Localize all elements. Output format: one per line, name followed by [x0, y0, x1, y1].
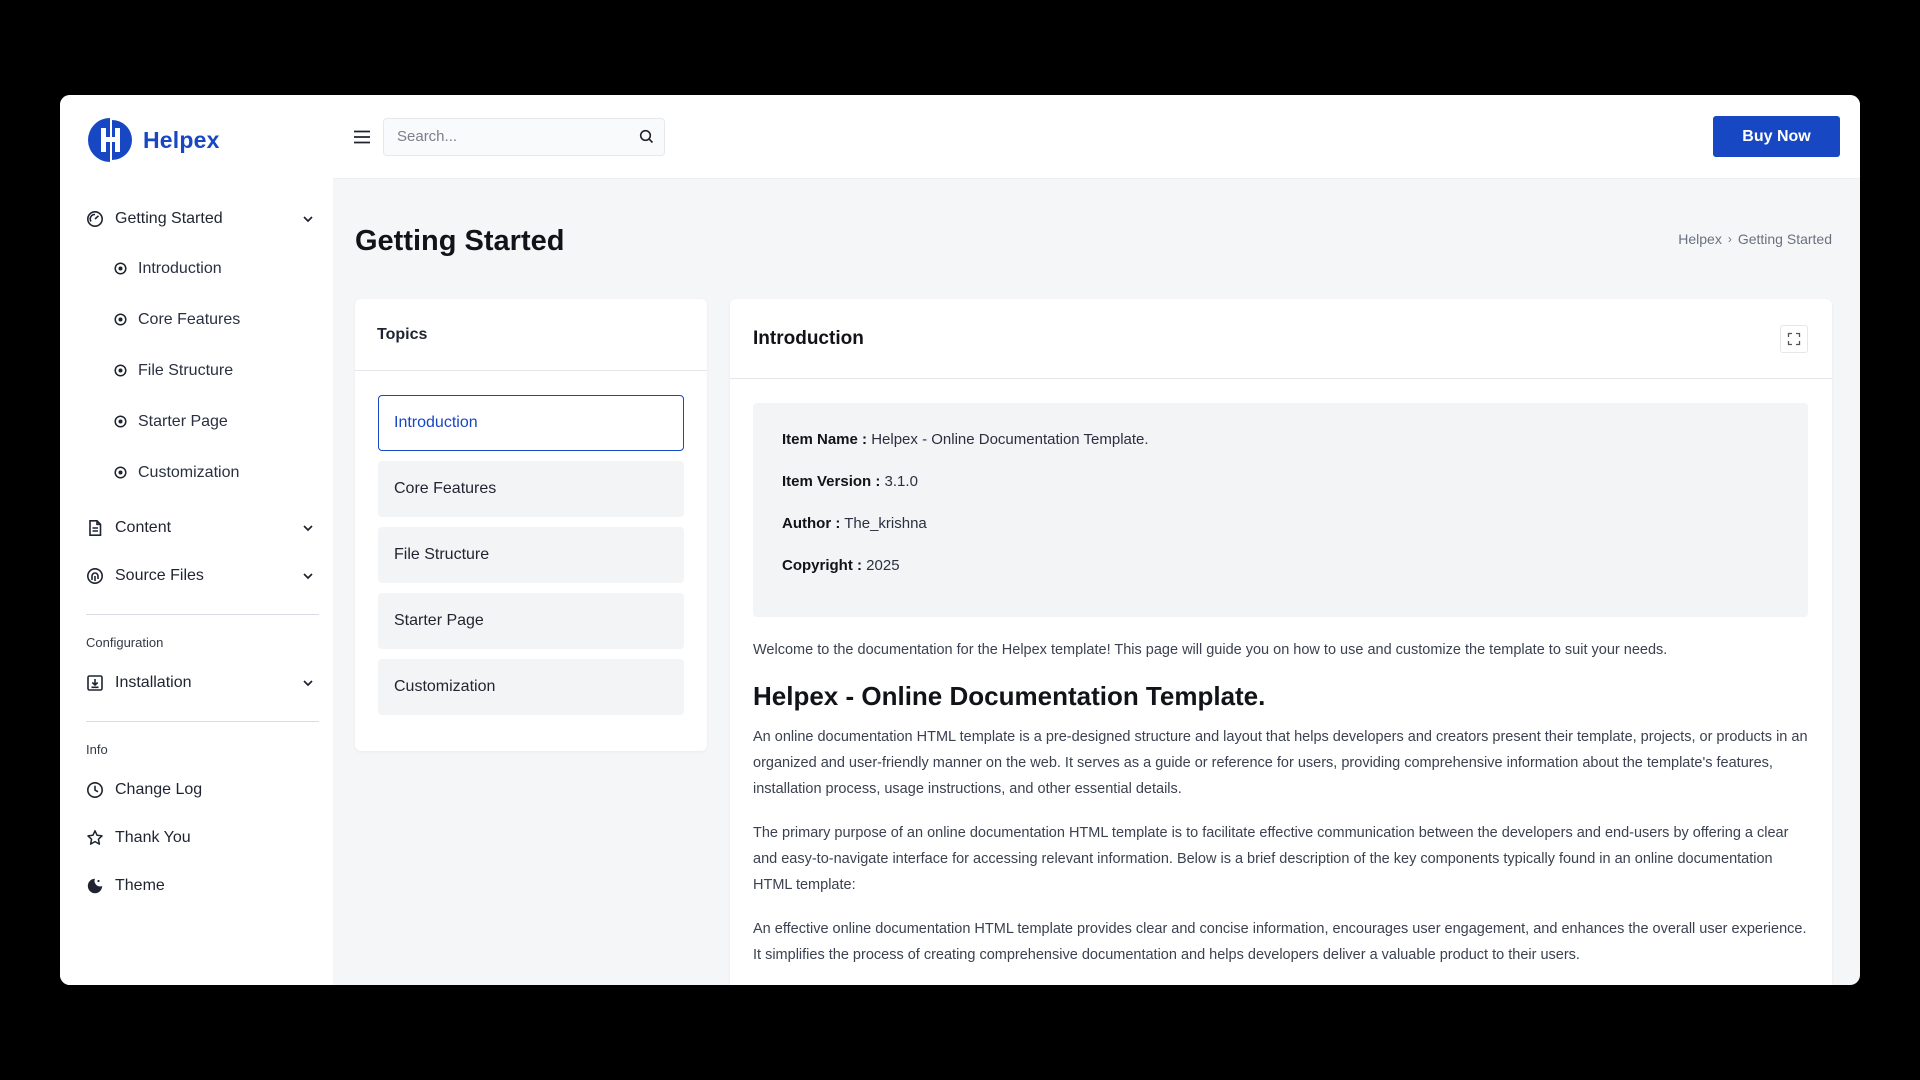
- main-area: Buy Now Getting Started Helpex › Getting…: [333, 95, 1860, 985]
- sidebar-item-thank-you[interactable]: Thank You: [86, 814, 319, 862]
- sidebar-subitem-label: Introduction: [138, 259, 222, 277]
- info-author: Author : The_krishna: [782, 515, 927, 532]
- buy-now-button[interactable]: Buy Now: [1713, 116, 1840, 157]
- chevron-down-icon[interactable]: [301, 569, 315, 583]
- welcome-paragraph: Welcome to the documentation for the Hel…: [753, 642, 1668, 658]
- circle-dot-icon: [114, 262, 127, 275]
- breadcrumb: Helpex › Getting Started: [1678, 231, 1832, 247]
- sidebar-item-label: Theme: [115, 877, 165, 894]
- sidebar-item-label: Installation: [115, 674, 192, 691]
- topic-file-structure[interactable]: File Structure: [378, 527, 684, 583]
- topic-introduction[interactable]: Introduction: [378, 395, 684, 451]
- chevron-down-icon[interactable]: [301, 676, 315, 690]
- sidebar-subitem-file-structure[interactable]: File Structure: [86, 345, 319, 396]
- circle-dot-icon: [114, 415, 127, 428]
- introduction-card: Introduction Item Name : Helpex - Online…: [730, 299, 1832, 985]
- app-window: Helpex Getting Started Introduction Core…: [60, 95, 1860, 985]
- topic-starter-page[interactable]: Starter Page: [378, 593, 684, 649]
- chevron-down-icon[interactable]: [301, 521, 315, 535]
- info-copyright: Copyright : 2025: [782, 557, 900, 574]
- sidebar: Helpex Getting Started Introduction Core…: [60, 95, 333, 985]
- sidebar-item-installation[interactable]: Installation: [86, 659, 319, 707]
- breadcrumb-current: Getting Started: [1737, 231, 1832, 247]
- topics-card: Topics Introduction Core Features File S…: [355, 299, 707, 751]
- topic-customization[interactable]: Customization: [378, 659, 684, 715]
- document-icon: [89, 520, 102, 536]
- sidebar-subitem-label: Core Features: [138, 310, 241, 328]
- section-label-info: Info: [86, 742, 108, 757]
- fullscreen-button[interactable]: [1780, 324, 1808, 353]
- sidebar-subitem-label: File Structure: [138, 361, 234, 379]
- circle-dot-icon: [114, 466, 127, 479]
- hamburger-menu-icon[interactable]: [351, 126, 373, 148]
- sidebar-subitem-label: Customization: [138, 463, 240, 481]
- sidebar-subitem-core-features[interactable]: Core Features: [86, 294, 319, 345]
- sidebar-subitem-introduction[interactable]: Introduction: [86, 243, 319, 294]
- search-icon[interactable]: [639, 129, 654, 144]
- body-paragraph: The primary purpose of an online documen…: [753, 825, 1789, 893]
- sidebar-item-label: Thank You: [115, 829, 191, 846]
- search-box: [383, 117, 665, 156]
- search-input[interactable]: [397, 128, 639, 145]
- sidebar-item-source-files[interactable]: Source Files: [86, 552, 319, 600]
- introduction-title: Introduction: [753, 327, 864, 349]
- sidebar-subitem-starter-page[interactable]: Starter Page: [86, 396, 319, 447]
- star-icon: [87, 830, 103, 845]
- helpex-logo-icon: [88, 118, 132, 162]
- body-paragraph: An online documentation HTML template is…: [753, 729, 1808, 797]
- info-item-name: Item Name : Helpex - Online Documentatio…: [782, 431, 1149, 448]
- topics-list: Introduction Core Features File Structur…: [355, 371, 707, 715]
- sidebar-item-label: Getting Started: [115, 210, 223, 227]
- item-info-box: Item Name : Helpex - Online Documentatio…: [753, 403, 1808, 617]
- chevron-down-icon[interactable]: [301, 212, 315, 226]
- sidebar-item-label: Source Files: [115, 567, 204, 584]
- sidebar-item-getting-started[interactable]: Getting Started: [86, 195, 319, 243]
- introduction-header: Introduction: [730, 299, 1832, 379]
- fingerprint-icon: [87, 568, 103, 584]
- sidebar-item-theme[interactable]: Theme: [86, 862, 319, 910]
- moon-icon: [87, 878, 103, 894]
- brand[interactable]: Helpex: [86, 95, 319, 183]
- sidebar-item-label: Change Log: [115, 781, 203, 798]
- section-label-configuration: Configuration: [86, 635, 164, 650]
- circle-dot-icon: [114, 313, 127, 326]
- page-header: Getting Started Helpex › Getting Started: [333, 179, 1860, 299]
- sidebar-item-change-log[interactable]: Change Log: [86, 766, 319, 814]
- topic-core-features[interactable]: Core Features: [378, 461, 684, 517]
- breadcrumb-link-home[interactable]: Helpex: [1678, 231, 1722, 247]
- page-title: Getting Started: [355, 224, 565, 257]
- info-item-version: Item Version : 3.1.0: [782, 473, 918, 490]
- topbar: Buy Now: [333, 95, 1860, 179]
- clock-icon: [87, 782, 103, 798]
- sidebar-subitem-customization[interactable]: Customization: [86, 447, 319, 498]
- sidebar-subitem-label: Starter Page: [138, 412, 228, 430]
- topics-title: Topics: [355, 299, 707, 371]
- circle-dot-icon: [114, 364, 127, 377]
- sidebar-divider: [86, 614, 319, 615]
- sidebar-divider: [86, 721, 319, 722]
- chevron-right-icon: ›: [1727, 232, 1732, 246]
- brand-name: Helpex: [143, 126, 220, 153]
- sidebar-item-label: Content: [115, 519, 172, 536]
- gauge-icon: [87, 211, 103, 227]
- sidebar-item-content[interactable]: Content: [86, 504, 319, 552]
- body-paragraph: An effective online documentation HTML t…: [753, 921, 1807, 963]
- expand-icon: [1787, 332, 1801, 345]
- doc-heading: Helpex - Online Documentation Template.: [753, 681, 1266, 711]
- download-box-icon: [87, 675, 103, 691]
